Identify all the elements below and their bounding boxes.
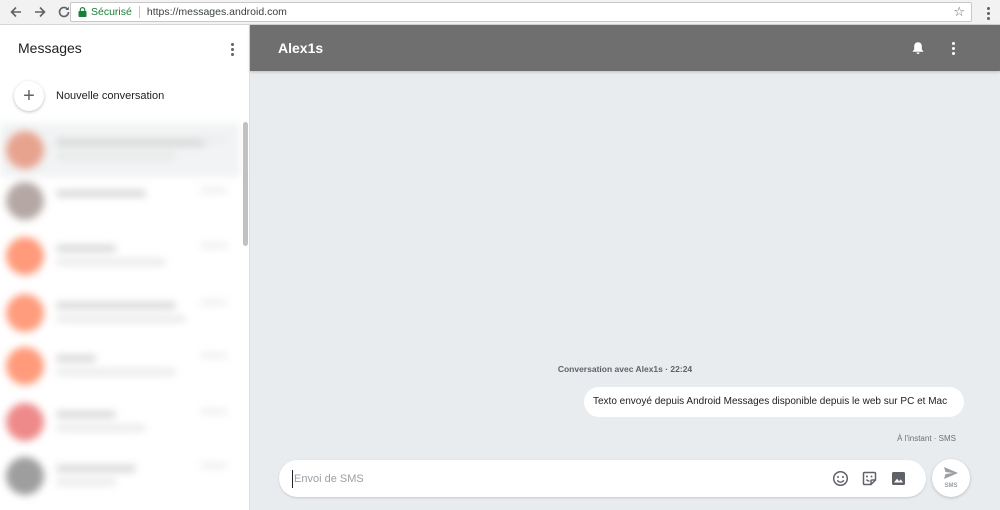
back-icon[interactable] [5, 1, 27, 23]
conversation-item[interactable] [0, 395, 240, 449]
conversation-preview-blurred [56, 369, 176, 375]
new-conversation-label: Nouvelle conversation [56, 90, 165, 102]
conversation-name-blurred [56, 465, 136, 472]
message-bubble[interactable]: Texto envoyé depuis Android Messages dis… [584, 387, 964, 417]
divider [138, 6, 140, 18]
image-icon[interactable] [890, 470, 907, 487]
send-label: SMS [944, 483, 958, 489]
sidebar-header: Messages [0, 25, 249, 71]
secure-label: Sécurisé [91, 6, 132, 18]
conversation-preview-blurred [56, 153, 176, 159]
lock-icon [78, 7, 87, 17]
avatar [6, 131, 44, 169]
scrollbar[interactable] [243, 122, 248, 246]
conversation-time-blurred [200, 188, 228, 193]
conversation-item[interactable] [0, 339, 240, 393]
conversation-timestamp: Conversation avec Alex1s · 22:24 [557, 364, 693, 374]
url-text[interactable]: https://messages.android.com [147, 6, 287, 18]
conversation-name-blurred [56, 302, 176, 309]
conversation-item[interactable] [0, 123, 240, 177]
avatar [6, 294, 44, 332]
message-input[interactable] [292, 470, 812, 488]
conversation-preview-blurred [56, 479, 116, 485]
contact-name: Alex1s [278, 40, 324, 56]
sidebar: Messages + Nouvelle conversation [0, 25, 250, 510]
conversation-time-blurred [200, 463, 228, 468]
avatar [6, 237, 44, 275]
conversation-time-blurred [200, 353, 228, 358]
conversation-name-blurred [56, 355, 96, 362]
conversation-time-blurred [200, 300, 228, 305]
avatar [6, 403, 44, 441]
star-icon[interactable]: ☆ [953, 4, 965, 20]
message-status: À l'instant · SMS [897, 434, 956, 443]
browser-toolbar: Sécurisé https://messages.android.com ☆ [0, 0, 1000, 25]
conversation-name-blurred [56, 190, 146, 197]
conversation-item[interactable] [0, 174, 240, 228]
forward-icon[interactable] [29, 1, 51, 23]
new-conversation-button[interactable]: + Nouvelle conversation [0, 71, 249, 121]
address-bar[interactable]: Sécurisé https://messages.android.com ☆ [70, 2, 972, 22]
avatar [6, 182, 44, 220]
bell-icon[interactable] [910, 40, 926, 56]
message-composer [279, 460, 926, 497]
sticker-icon[interactable] [861, 470, 878, 487]
conversation-name-blurred [56, 245, 116, 252]
conversation-menu-icon[interactable] [943, 38, 963, 58]
conversation-item[interactable] [0, 229, 240, 283]
conversation-item[interactable] [0, 449, 240, 503]
sidebar-menu-icon[interactable] [222, 39, 242, 59]
avatar [6, 457, 44, 495]
conversation-time-blurred [200, 137, 228, 142]
conversation-preview-blurred [56, 259, 166, 265]
conversation-preview-blurred [56, 316, 186, 322]
conversation-name-blurred [56, 411, 116, 418]
conversation-name-blurred [56, 139, 206, 146]
emoji-icon[interactable] [832, 470, 849, 487]
avatar [6, 347, 44, 385]
more-vert-icon[interactable] [978, 3, 998, 23]
conversation-list [0, 121, 249, 510]
send-button[interactable]: SMS [932, 459, 970, 497]
conversation-time-blurred [200, 243, 228, 248]
conversation-item[interactable] [0, 286, 240, 340]
plus-icon[interactable]: + [14, 81, 44, 111]
conversation-pane: Alex1s Conversation avec Alex1s · 22:24 … [250, 25, 1000, 510]
conversation-header: Alex1s [250, 25, 1000, 71]
sidebar-title: Messages [18, 40, 82, 56]
conversation-time-blurred [200, 409, 228, 414]
send-icon [944, 467, 958, 479]
conversation-preview-blurred [56, 425, 146, 431]
